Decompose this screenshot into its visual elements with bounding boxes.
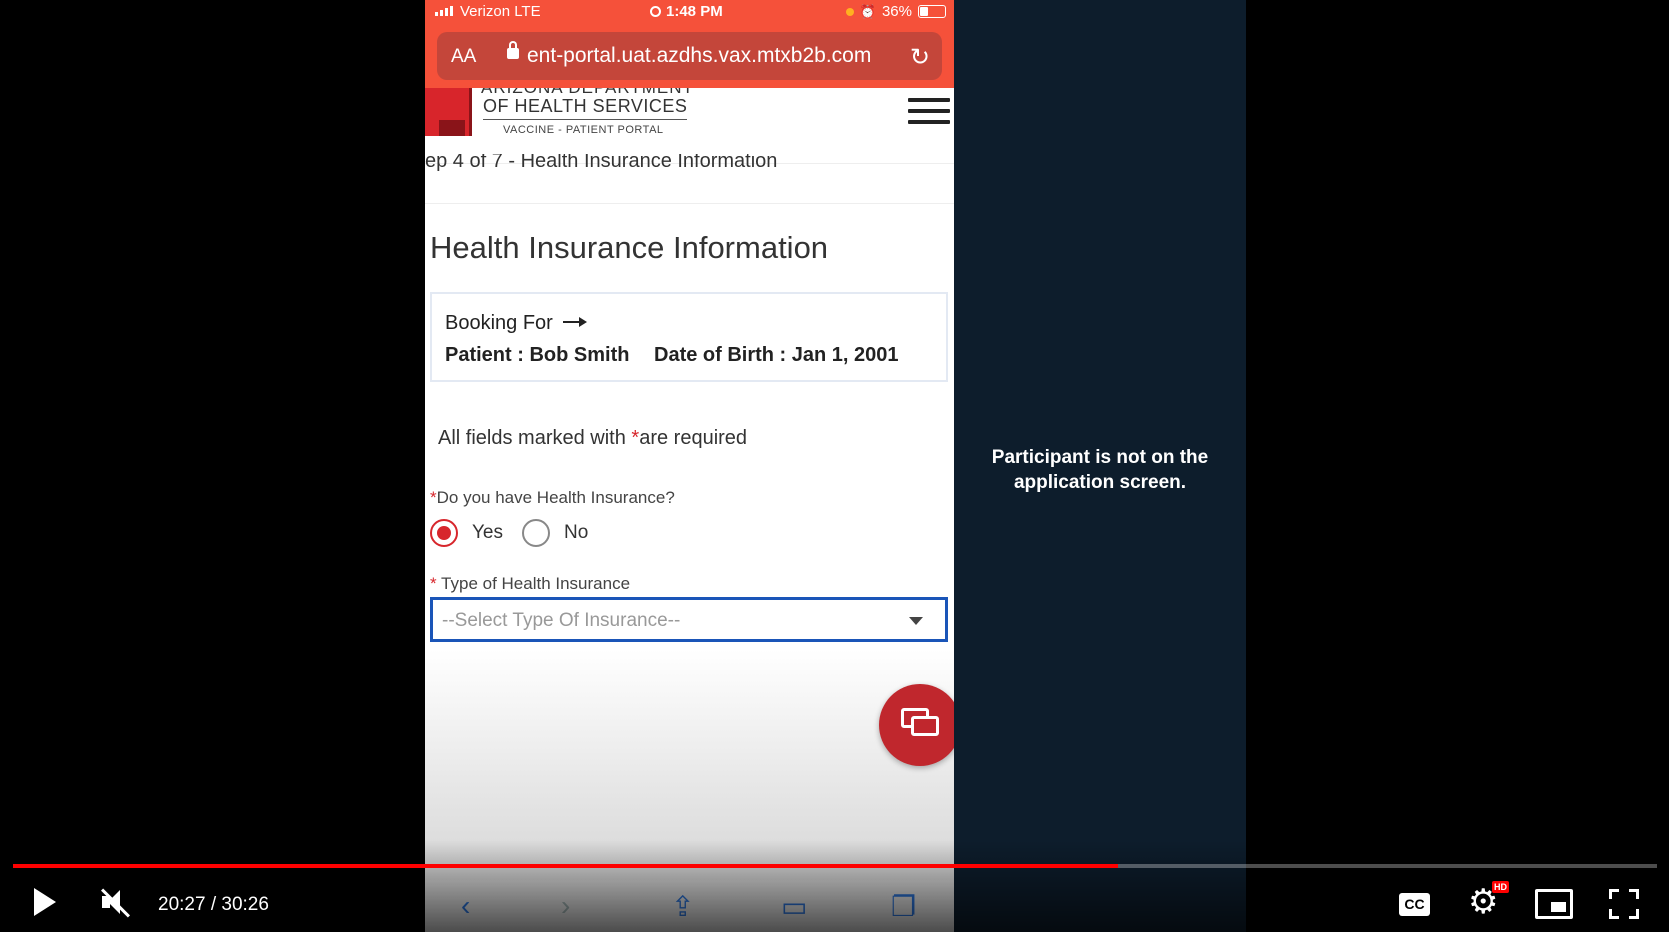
required-suffix: are required <box>639 427 748 449</box>
miniplayer-button[interactable] <box>1535 889 1573 919</box>
participant-status-panel: Participant is not on the application sc… <box>954 0 1246 932</box>
mic-indicator-icon <box>845 7 854 16</box>
required-fields-note: All fields marked with *are required <box>438 427 747 450</box>
address-bar[interactable]: AA ent-portal.uat.azdhs.vax.mtxb2b.com ↻ <box>437 32 942 80</box>
reload-icon[interactable]: ↻ <box>910 43 930 72</box>
patient-name: Patient : Bob Smith <box>445 344 630 366</box>
mute-icon[interactable] <box>98 886 134 918</box>
booking-for-text: Booking For <box>445 312 553 334</box>
captions-button[interactable]: CC <box>1399 893 1430 916</box>
progress-bar[interactable] <box>13 864 1657 868</box>
screen-record-icon <box>650 6 661 17</box>
participant-status-message: Participant is not on the application sc… <box>991 447 1209 493</box>
insurance-question-text: Do you have Health Insurance? <box>436 488 675 507</box>
radio-yes-label[interactable]: Yes <box>472 522 503 544</box>
booking-for-label: Booking For <box>445 312 587 335</box>
required-star: * <box>430 574 437 593</box>
step-text: ep 4 of 7 - Health Insurance Information <box>425 154 778 172</box>
play-button[interactable] <box>34 888 56 916</box>
signal-icon <box>435 6 453 16</box>
portal-name: VACCINE - PATIENT PORTAL <box>503 124 664 136</box>
url-text[interactable]: ent-portal.uat.azdhs.vax.mtxb2b.com <box>527 44 871 68</box>
battery-icon <box>918 5 946 18</box>
insurance-type-select[interactable]: --Select Type Of Insurance-- <box>430 597 948 642</box>
text-size-button[interactable]: AA <box>451 46 476 68</box>
radio-unchecked-icon[interactable] <box>522 519 550 547</box>
site-header: ARIZONA DEPARTMENT OF HEALTH SERVICES VA… <box>425 88 954 164</box>
status-time-text: 1:48 PM <box>666 3 723 20</box>
time-display: 20:27 / 30:26 <box>158 894 269 915</box>
hd-badge: HD <box>1492 881 1509 893</box>
lock-icon <box>507 41 519 59</box>
player-controls <box>0 840 1669 932</box>
required-prefix: All fields marked with <box>438 427 632 449</box>
video-player: Verizon LTE 1:48 PM ⏰ 36% AA ent-portal.… <box>0 0 1669 932</box>
fullscreen-icon[interactable] <box>1609 889 1639 919</box>
chevron-down-icon[interactable] <box>909 617 923 625</box>
radio-no-label[interactable]: No <box>564 522 588 544</box>
page-title: Health Insurance Information <box>430 230 829 265</box>
step-indicator: ep 4 of 7 - Health Insurance Information <box>425 154 954 204</box>
booking-for-card: Booking For Patient : Bob Smith Date of … <box>430 292 948 382</box>
arrow-right-icon <box>562 317 587 327</box>
date-of-birth: Date of Birth : Jan 1, 2001 <box>654 344 899 366</box>
hamburger-menu-icon[interactable] <box>908 98 950 128</box>
radio-checked-icon[interactable] <box>430 519 458 547</box>
battery-percent: 36% <box>881 3 912 20</box>
browser-toolbar: AA ent-portal.uat.azdhs.vax.mtxb2b.com ↻ <box>425 24 954 88</box>
org-name: OF HEALTH SERVICES <box>483 96 688 120</box>
phone-status-bar: Verizon LTE 1:48 PM ⏰ 36% <box>425 0 954 24</box>
chat-bubbles-icon[interactable] <box>879 684 954 766</box>
insurance-type-text: Type of Health Insurance <box>436 574 631 593</box>
progress-fill <box>13 864 1119 868</box>
carrier-label: Verizon LTE <box>460 3 541 20</box>
insurance-yes-radio[interactable]: Yes <box>430 519 503 547</box>
insurance-type-placeholder[interactable]: --Select Type Of Insurance-- <box>442 610 680 632</box>
insurance-type-label: * Type of Health Insurance <box>430 574 630 594</box>
insurance-no-radio[interactable]: No <box>522 519 588 547</box>
phone-screen: Verizon LTE 1:48 PM ⏰ 36% AA ent-portal.… <box>425 0 954 932</box>
insurance-question-label: *Do you have Health Insurance? <box>430 488 675 508</box>
status-time: 1:48 PM <box>650 3 723 20</box>
status-right: ⏰ 36% <box>845 3 946 20</box>
adhs-logo[interactable] <box>425 88 475 138</box>
alarm-icon: ⏰ <box>859 3 876 19</box>
required-star: * <box>430 488 437 507</box>
